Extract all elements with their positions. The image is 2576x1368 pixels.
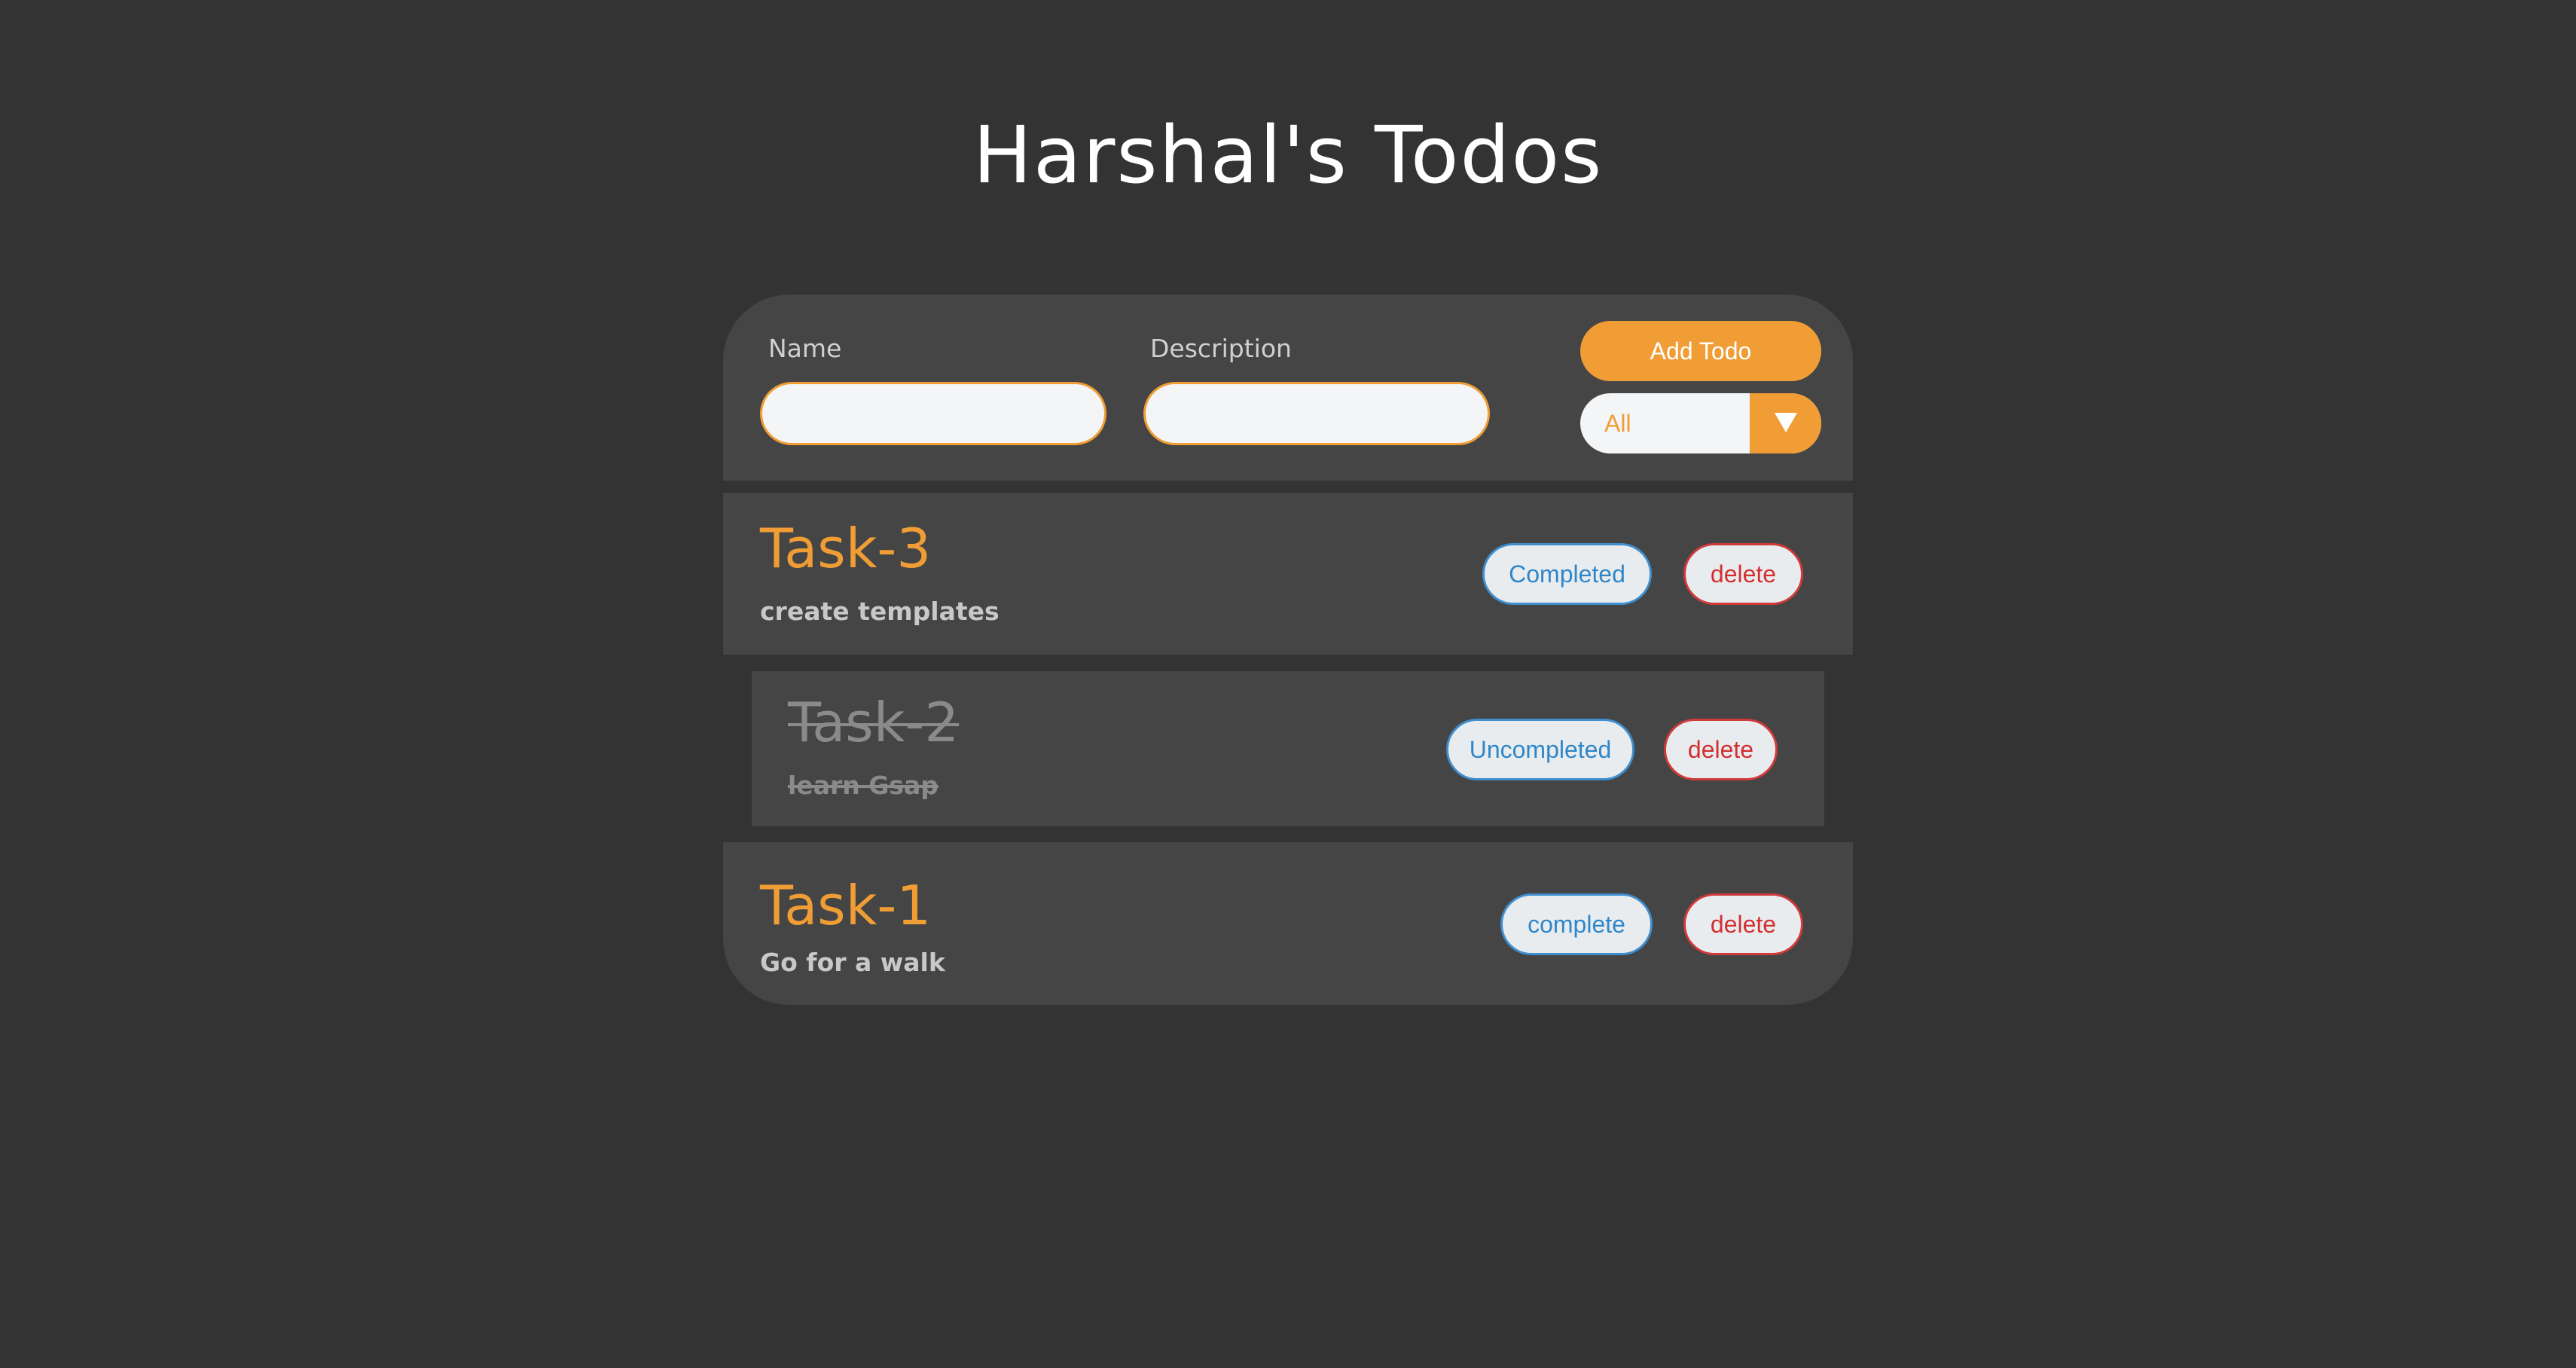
name-input[interactable] bbox=[760, 382, 1106, 445]
toggle-status-button[interactable]: Uncompleted bbox=[1446, 719, 1634, 780]
todo-description: Go for a walk bbox=[760, 948, 945, 977]
todo-name: Task-3 bbox=[760, 517, 932, 580]
todo-item: Task-2 learn Gsap Uncompleted delete bbox=[752, 671, 1824, 826]
filter-selected-value: All bbox=[1604, 410, 1631, 437]
filter-dropdown-toggle[interactable] bbox=[1750, 393, 1821, 453]
todo-form-panel: Name Description Add Todo All bbox=[723, 295, 1853, 481]
delete-button[interactable]: delete bbox=[1683, 543, 1803, 605]
todo-name: Task-1 bbox=[760, 874, 932, 937]
todo-description: create templates bbox=[760, 597, 1000, 626]
toggle-status-button[interactable]: complete bbox=[1500, 893, 1653, 955]
delete-button[interactable]: delete bbox=[1664, 719, 1778, 780]
delete-button[interactable]: delete bbox=[1683, 893, 1803, 955]
todo-name: Task-2 bbox=[788, 691, 960, 754]
todo-item: Task-3 create templates Completed delete bbox=[723, 493, 1853, 655]
toggle-status-button[interactable]: Completed bbox=[1482, 543, 1652, 605]
description-label: Description bbox=[1150, 334, 1292, 363]
description-input[interactable] bbox=[1143, 382, 1490, 445]
todo-item: Task-1 Go for a walk complete delete bbox=[723, 842, 1853, 1005]
name-label: Name bbox=[768, 334, 842, 363]
triangle-down-icon bbox=[1775, 413, 1797, 432]
filter-select[interactable]: All bbox=[1580, 393, 1821, 453]
page-title: Harshal's Todos bbox=[972, 109, 1604, 201]
todo-description: learn Gsap bbox=[788, 771, 939, 800]
add-todo-button[interactable]: Add Todo bbox=[1580, 321, 1821, 381]
